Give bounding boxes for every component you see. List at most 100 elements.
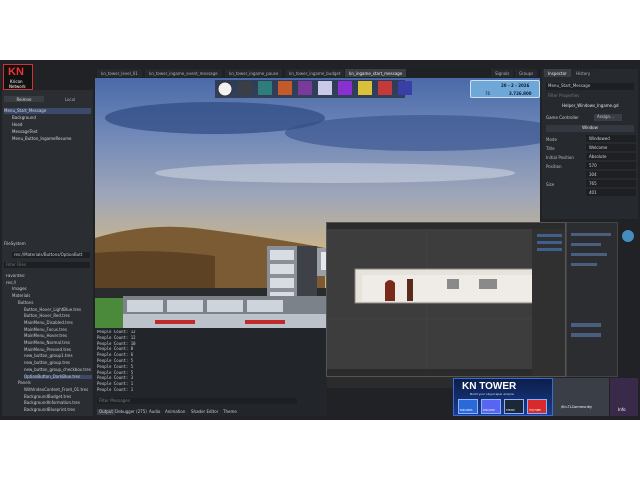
inspector-row: Title Welcome <box>546 144 638 152</box>
blender-window[interactable] <box>326 222 566 377</box>
filesystem-panel: FileSystem res://Materials/Buttons/Optio… <box>2 240 93 416</box>
game-controller-label: Game Controller <box>546 115 579 120</box>
output-line: People Count: 1 <box>97 381 134 387</box>
filesystem-filter[interactable]: Filter Files <box>4 262 90 268</box>
inspector-row: 304 <box>546 171 638 179</box>
scene-panel: Reimne Local Menu_Start_Message Backgrou… <box>2 90 93 240</box>
filesystem-item[interactable]: new_button_group.tres <box>24 361 70 365</box>
blender-viewport <box>327 229 565 376</box>
output-panel: People Count: 12 People Count: 12 People C… <box>95 328 327 416</box>
filesystem-item[interactable]: Panels <box>18 381 31 385</box>
window-section[interactable]: Window <box>546 125 634 132</box>
output-line: People Count: 5 <box>97 363 134 369</box>
inspector-row-label: Mode <box>546 137 557 142</box>
inspector-row-value[interactable]: Welcome <box>586 144 636 151</box>
filesystem-item[interactable]: new_button_group_checkbox.tres <box>24 367 91 372</box>
tab-pause[interactable]: kn_tower_ingame_pause <box>225 69 283 77</box>
tab-groups[interactable]: Groups <box>515 69 538 77</box>
tab-history[interactable]: History <box>572 69 595 77</box>
hud-panel: 20 - 2 - 2026 76 3.726.800 <box>470 80 540 98</box>
tab-level[interactable]: kn_tower_level_01 <box>97 69 142 77</box>
filesystem-item[interactable]: BackgroundBudget.tres <box>24 394 71 399</box>
output-line: People Count: 12 <box>97 334 136 340</box>
filesystem-item[interactable]: WithIndexContent_Front_01.tres <box>24 387 88 392</box>
inspector-row-label: Initial Position <box>546 155 574 160</box>
tab-start-message[interactable]: kn_ingame_start_message <box>345 69 407 77</box>
banner-button[interactable]: STEAM <box>504 399 524 414</box>
inspector-row: Initial Position Absolute <box>546 153 638 161</box>
output-line: People Count: 5 <box>97 358 134 363</box>
inspector-row-value[interactable]: 570 <box>586 162 636 169</box>
filesystem-item[interactable]: Buttons <box>18 300 33 305</box>
filesystem-item[interactable]: Button_Hover_Red.tres <box>24 314 70 318</box>
scene-item-resume-button[interactable]: Menu_Button_IngameResume <box>12 136 71 142</box>
inspector-row-value[interactable]: 765 <box>586 180 636 187</box>
output-line: People Count: 6 <box>97 352 134 358</box>
filesystem-item[interactable]: MainMenu_Focus.tres <box>24 327 67 332</box>
output-line: People Count: 5 <box>97 369 134 375</box>
filesystem-item[interactable]: Favorites: <box>6 274 25 278</box>
bottom-tab[interactable]: Output <box>97 409 115 415</box>
inspector-row: Position 570 <box>546 162 638 170</box>
banner-button[interactable]: BUILDERS <box>458 399 478 414</box>
bottom-tab[interactable]: Audio <box>149 410 160 414</box>
godot-icon <box>622 230 634 242</box>
filesystem-item[interactable]: OptionButton_DarkBlue.tres <box>24 374 92 379</box>
filesystem-item[interactable]: MainMenu_Normal.tres <box>24 341 70 345</box>
filesystem-item[interactable]: MainMenu_Disabled.tres <box>24 320 73 325</box>
scene-item-hood[interactable]: Hood <box>12 122 22 128</box>
inspector-filter[interactable]: Filter Properties <box>546 93 634 99</box>
filesystem-item[interactable]: Images <box>12 287 27 291</box>
tab-inspector[interactable]: Inspector <box>544 69 571 77</box>
webcam-handle: /Kn-TLCommunity <box>561 405 592 409</box>
inspector-script[interactable]: Helper_Windows_Ingame.gd <box>562 104 619 108</box>
bottom-tab-bar: Output Debugger (275) Audio Animation Shader… <box>95 408 327 416</box>
inspector-properties: Mode Windowed Title Welcome Initial Position… <box>542 135 638 219</box>
assign-button[interactable]: Assign... <box>594 114 622 121</box>
scene-item-messagetext[interactable]: MessageText <box>12 129 38 135</box>
logo: KN Kricon Network <box>3 64 33 90</box>
scene-tab-local[interactable]: Local <box>50 96 90 102</box>
kn-tower-banner: KN TOWER Build your skyscraper empire BU… <box>453 378 553 416</box>
output-line: People Count: 10 <box>97 340 136 346</box>
tab-signals[interactable]: Signals <box>491 69 514 77</box>
tab-budget[interactable]: kn_tower_ingame_budget <box>285 69 345 77</box>
bottom-tab[interactable]: Shader Editor <box>191 410 218 414</box>
filesystem-item[interactable]: res:// <box>6 280 16 285</box>
filesystem-item[interactable]: MainMenu_Hover.tres <box>24 334 67 338</box>
inspector-row: Size 765 <box>546 180 638 188</box>
inspector-row: Mode Windowed <box>546 135 638 143</box>
scene-tab-remote[interactable]: Reimne <box>4 96 44 102</box>
filesystem-item[interactable]: MainMenu_Pressed.tres <box>24 347 71 352</box>
hud-money: 3.726.800 <box>509 91 532 96</box>
filesystem-item[interactable]: Materials <box>12 294 30 298</box>
logo-kn: KN <box>8 66 24 78</box>
inspector-row-value[interactable]: Absolute <box>586 153 636 160</box>
output-filter[interactable]: Filter Messages <box>97 398 297 404</box>
banner-subtitle: Build your skyscraper empire <box>470 392 514 396</box>
logo-network: Network <box>9 84 26 89</box>
inspector-row-value[interactable]: 401 <box>586 189 636 196</box>
scene-item-root[interactable]: Menu_Start_Message <box>4 108 91 114</box>
bottom-tab[interactable]: Animation <box>165 410 185 414</box>
bottom-tab[interactable]: Debugger (275) <box>115 410 147 414</box>
tab-event-message[interactable]: kn_tower_ingame_event_message <box>145 69 222 77</box>
filesystem-path[interactable]: res://Materials/Buttons/OptionButt <box>12 252 90 258</box>
output-line: People Count: 1 <box>97 387 134 392</box>
properties-list <box>571 233 611 337</box>
inspector-row-value[interactable]: Windowed <box>586 135 636 142</box>
filesystem-item[interactable]: Button_Hover_LightBlue.tres <box>24 307 81 312</box>
banner-button[interactable]: DISCORD <box>481 399 501 414</box>
banner-button-label: YOUTUBE <box>529 409 541 412</box>
scene-item-background[interactable]: Background <box>12 115 36 121</box>
banner-button-label: DISCORD <box>483 409 495 412</box>
filesystem-tree: Favorites: res:// Images Materials Buttons Bu… <box>2 274 93 416</box>
filesystem-item[interactable]: new_button_group1.tres <box>24 354 73 358</box>
editor-window: KN Kricon Network Reimne Local Menu_Star… <box>0 60 640 420</box>
banner-button[interactable]: YOUTUBE <box>527 399 547 414</box>
filesystem-item[interactable]: BackgroundInformation.tres <box>24 401 80 405</box>
inspector-row-value[interactable]: 304 <box>586 171 636 178</box>
filesystem-item[interactable]: BackgroundBlueprint.tres <box>24 408 75 412</box>
inspector-row-label: Size <box>546 182 555 187</box>
bottom-tab[interactable]: Theme <box>223 410 237 414</box>
